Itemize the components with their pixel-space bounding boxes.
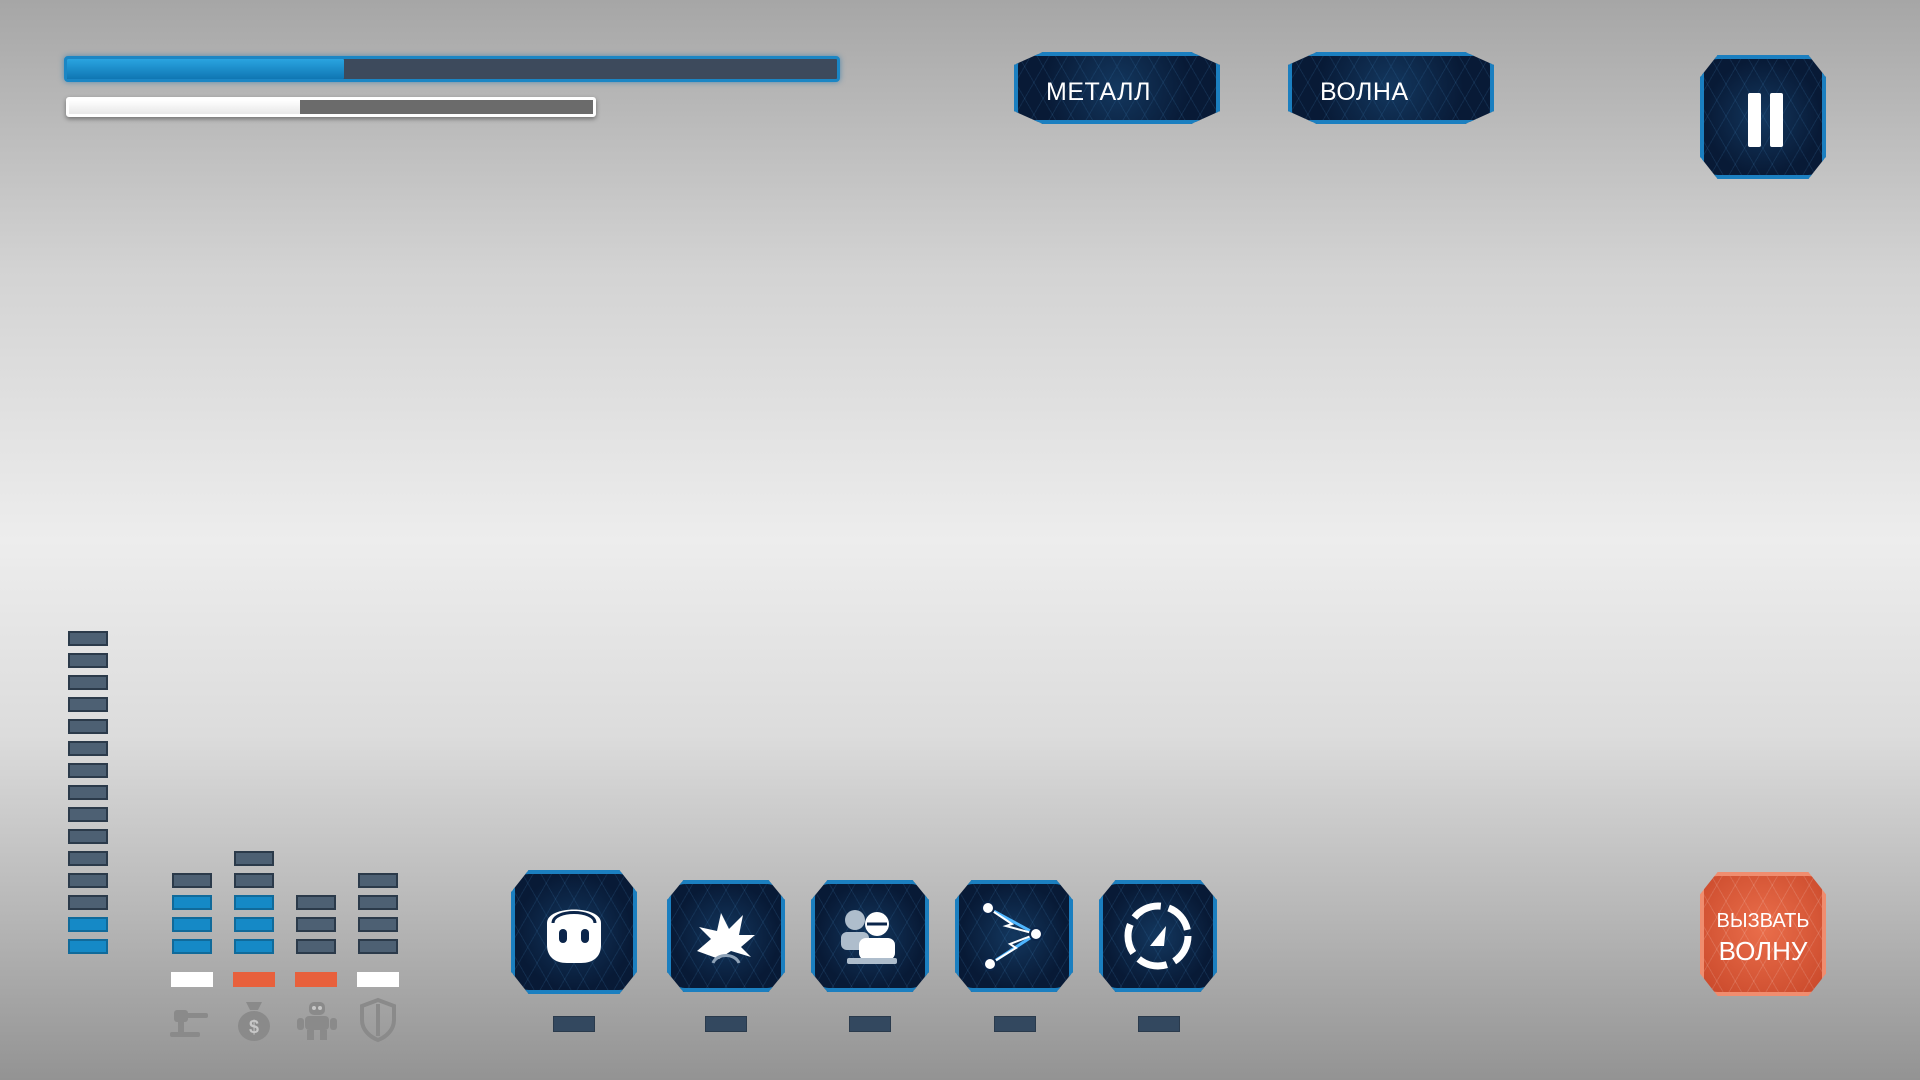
resource-meter-segment [68, 763, 108, 778]
ability-explosion-cooldown [705, 1016, 747, 1032]
soldiers-icon [841, 910, 897, 964]
resource-meter-segment [68, 675, 108, 690]
ability-explosion-button[interactable] [667, 880, 785, 992]
resource-meter-segment [68, 807, 108, 822]
money-stat-indicator [233, 972, 275, 987]
shield-stat-segment [358, 873, 398, 888]
turret-icon [170, 1010, 208, 1037]
ability-cooldown-cooldown [1138, 1016, 1180, 1032]
shield-stat-segment [358, 917, 398, 932]
resource-meter-segment [68, 741, 108, 756]
call-wave-button[interactable]: ВЫЗВАТЬ ВОЛНУ [1700, 872, 1826, 996]
turret-stat-segment [172, 895, 212, 910]
resource-meter-segment [68, 895, 108, 910]
money-stat-segment [234, 939, 274, 954]
shield-stat-segment [358, 895, 398, 910]
robot-stat-indicator [295, 972, 337, 987]
ability-robot-button[interactable] [511, 870, 637, 994]
health-bar-fill [67, 59, 345, 79]
experience-bar [66, 97, 596, 117]
pause-button[interactable] [1700, 55, 1826, 179]
wave-panel: ВОЛНА [1288, 52, 1494, 124]
resource-meter-segment [68, 939, 108, 954]
resource-meter-segment [68, 785, 108, 800]
call-wave-line1: ВЫЗВАТЬ [1716, 910, 1810, 932]
cooldown-timer-icon [1124, 902, 1192, 970]
money-stat-segment [234, 873, 274, 888]
money-bag-icon: $ [238, 1002, 270, 1041]
resource-meter-segment [68, 697, 108, 712]
ability-robot-cooldown [553, 1016, 595, 1032]
money-stat-segment [234, 917, 274, 932]
explosion-icon [697, 913, 755, 964]
lightning-chain-icon [981, 901, 1043, 971]
ability-soldiers-button[interactable] [811, 880, 929, 992]
call-wave-line2: ВОЛНУ [1718, 936, 1808, 966]
resource-meter-segment [68, 631, 108, 646]
metal-label: МЕТАЛЛ [1046, 78, 1151, 106]
turret-stat-segment [172, 939, 212, 954]
robot-stat-segment [296, 939, 336, 954]
ability-lightning-cooldown [994, 1016, 1036, 1032]
resource-meter-segment [68, 653, 108, 668]
shield-icon [360, 997, 396, 1043]
metal-panel: МЕТАЛЛ [1014, 52, 1220, 124]
wave-label: ВОЛНА [1320, 78, 1409, 106]
ability-lightning-button[interactable] [955, 880, 1073, 992]
health-bar [64, 56, 840, 82]
turret-stat-segment [172, 917, 212, 932]
shield-stat-segment [358, 939, 398, 954]
shield-stat-indicator [357, 972, 399, 987]
svg-text:$: $ [249, 1017, 259, 1037]
ability-soldiers-cooldown [849, 1016, 891, 1032]
robot-head-icon [547, 909, 601, 963]
turret-stat-indicator [171, 972, 213, 987]
ability-cooldown-button[interactable] [1099, 880, 1217, 992]
robot-stat-segment [296, 917, 336, 932]
resource-meter-segment [68, 719, 108, 734]
resource-meter-segment [68, 829, 108, 844]
robot-icon [297, 1002, 337, 1040]
resource-meter-segment [68, 851, 108, 866]
money-stat-segment [234, 895, 274, 910]
resource-meter-segment [68, 873, 108, 888]
money-stat-segment [234, 851, 274, 866]
resource-meter-segment [68, 917, 108, 932]
experience-bar-fill [69, 100, 300, 114]
turret-stat-segment [172, 873, 212, 888]
robot-stat-segment [296, 895, 336, 910]
